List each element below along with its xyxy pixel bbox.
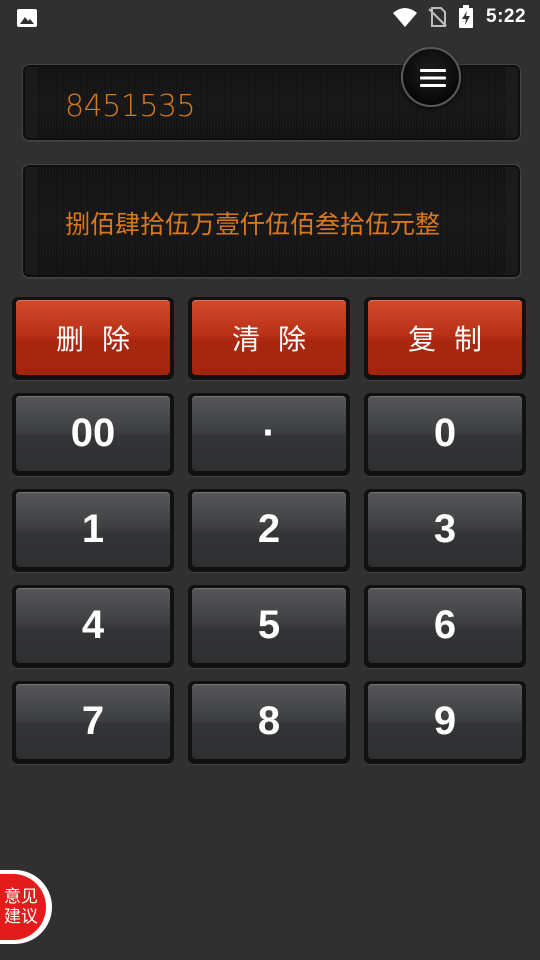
feedback-badge: 意见 建议 (0, 874, 46, 940)
chinese-amount-display: 捌佰肆拾伍万壹仟伍佰叁拾伍元整 (22, 164, 521, 278)
status-bar: 5:22 (0, 0, 540, 36)
key-3-label: 3 (368, 492, 522, 567)
key-9[interactable]: 9 (364, 681, 526, 764)
key-8[interactable]: 8 (188, 681, 350, 764)
clear-button[interactable]: 清除 (188, 297, 350, 380)
key-00[interactable]: 00 (12, 393, 174, 476)
gallery-icon (17, 9, 37, 27)
key-5[interactable]: 5 (188, 585, 350, 668)
copy-button[interactable]: 复制 (364, 297, 526, 380)
key-9-label: 9 (368, 684, 522, 759)
key-0-label: 0 (368, 396, 522, 471)
key-7-label: 7 (16, 684, 170, 759)
chinese-display-panel: 捌佰肆拾伍万壹仟伍佰叁拾伍元整 (37, 167, 506, 275)
menu-button[interactable] (401, 47, 461, 107)
hamburger-menu-icon (420, 69, 446, 87)
key-decimal-point[interactable]: · (188, 393, 350, 476)
key-8-label: 8 (192, 684, 346, 759)
key-2-label: 2 (192, 492, 346, 567)
converter-screen: 5:22 8451535 捌佰肆拾伍万壹仟伍佰叁拾伍元整 删除 清除 复制 00… (0, 0, 540, 960)
key-3[interactable]: 3 (364, 489, 526, 572)
delete-button-label: 删除 (16, 300, 170, 375)
battery-charging-icon (459, 5, 473, 28)
copy-button-label: 复制 (368, 300, 522, 375)
status-time: 5:22 (486, 6, 527, 27)
key-5-label: 5 (192, 588, 346, 663)
key-6[interactable]: 6 (364, 585, 526, 668)
no-sim-icon (428, 7, 447, 27)
key-7[interactable]: 7 (12, 681, 174, 764)
feedback-label-line1: 意见 (4, 887, 38, 907)
clear-button-label: 清除 (192, 300, 346, 375)
key-decimal-point-label: · (192, 396, 346, 471)
feedback-label-line2: 建议 (4, 907, 38, 927)
key-4[interactable]: 4 (12, 585, 174, 668)
key-2[interactable]: 2 (188, 489, 350, 572)
chinese-amount-value: 捌佰肆拾伍万壹仟伍佰叁拾伍元整 (65, 210, 441, 239)
key-6-label: 6 (368, 588, 522, 663)
delete-button[interactable]: 删除 (12, 297, 174, 380)
feedback-button[interactable]: 意见 建议 (0, 870, 52, 944)
wifi-icon (393, 8, 417, 27)
key-0[interactable]: 0 (364, 393, 526, 476)
key-00-label: 00 (16, 396, 170, 471)
key-1-label: 1 (16, 492, 170, 567)
key-1[interactable]: 1 (12, 489, 174, 572)
key-4-label: 4 (16, 588, 170, 663)
number-value: 8451535 (65, 89, 196, 124)
